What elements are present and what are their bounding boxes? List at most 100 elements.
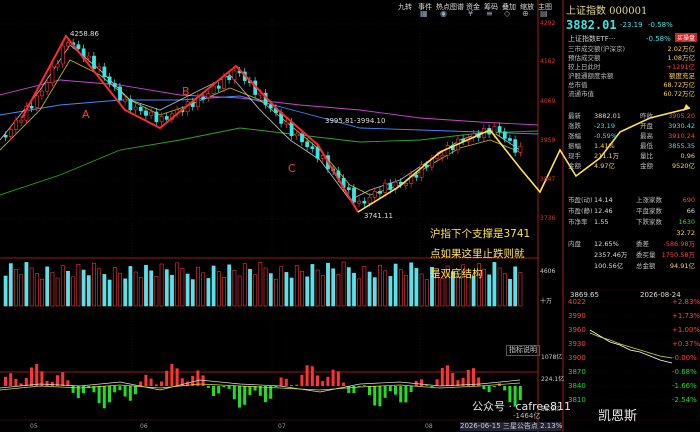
macd-bar bbox=[492, 386, 496, 387]
volume-bar bbox=[159, 263, 164, 307]
mini-axis-price: 3960 bbox=[568, 326, 586, 334]
volume-bar bbox=[50, 272, 55, 307]
macd-bar bbox=[482, 386, 486, 390]
y-tick: 3736 bbox=[540, 215, 556, 222]
macd-bar bbox=[258, 386, 262, 396]
macd-axis-label: 1078亿 bbox=[541, 354, 563, 361]
breadth-key: 委差 bbox=[636, 240, 649, 248]
macd-bar bbox=[466, 369, 470, 386]
macd-bar bbox=[264, 386, 267, 403]
quote-row: 涨跌 -23.19 开盘 3930.42 bbox=[566, 122, 698, 131]
volume-bar bbox=[128, 266, 133, 307]
macd-bar bbox=[227, 386, 231, 389]
volume-unit-label: 十万 bbox=[540, 298, 553, 305]
volume-bar bbox=[71, 276, 76, 307]
breadth-value: -586.98万 bbox=[663, 240, 695, 248]
quote-value: 0.96 bbox=[680, 152, 695, 160]
candle bbox=[133, 103, 138, 114]
volume-bar bbox=[294, 265, 299, 307]
etf-label[interactable]: 上证指数ETF··· bbox=[568, 35, 615, 44]
candle bbox=[227, 72, 232, 84]
volume-bar bbox=[211, 265, 216, 307]
volume-bar bbox=[123, 278, 128, 307]
volume-bar bbox=[388, 276, 393, 307]
quote-value: 211.1万 bbox=[594, 152, 620, 160]
volume-bar bbox=[492, 262, 497, 307]
macd-bar bbox=[394, 386, 397, 395]
volume-bar bbox=[331, 268, 336, 307]
stat-row: 沪股通额度余额 额度充足 bbox=[566, 72, 698, 81]
macd-bar bbox=[61, 372, 65, 386]
candle bbox=[372, 187, 377, 202]
volume-bar bbox=[289, 277, 294, 307]
volume-bar bbox=[34, 273, 39, 307]
mini-axis-price: 4022 bbox=[568, 298, 586, 306]
volume-bar bbox=[81, 269, 86, 307]
mini-axis-pct: +1.00% bbox=[672, 326, 700, 334]
breadth-value: 32.72 bbox=[676, 229, 695, 237]
macd-bar bbox=[295, 384, 299, 386]
volume-bar bbox=[409, 262, 414, 307]
macd-bar bbox=[113, 386, 117, 393]
indicator-help-button[interactable]: 指标说明 bbox=[506, 345, 540, 356]
macd-bar bbox=[196, 370, 200, 386]
stat-key: 总市值 bbox=[568, 81, 588, 89]
mini-axis-price: 3930 bbox=[568, 340, 586, 348]
macd-bar bbox=[425, 385, 429, 386]
stat-row: 总市值 68.72万亿 bbox=[566, 81, 698, 90]
macd-bar bbox=[404, 386, 408, 403]
macd-bar bbox=[383, 386, 387, 398]
volume-bar bbox=[383, 270, 388, 307]
macd-bar bbox=[487, 386, 491, 393]
wave-label-a: A bbox=[82, 108, 90, 121]
breadth-value: 2357.46万 bbox=[594, 251, 628, 259]
wave-label-c: C bbox=[288, 162, 296, 175]
macd-bar bbox=[440, 367, 444, 386]
volume-bar bbox=[372, 277, 377, 307]
candle bbox=[393, 178, 398, 194]
volume-bar bbox=[393, 263, 398, 307]
volume-bar bbox=[222, 276, 226, 307]
quote-key: 涨跌 bbox=[568, 122, 581, 130]
breadth-row: 100.56亿 总金额 94.91亿 bbox=[566, 262, 698, 271]
quote-row: 最新 3882.01 昨收 3905.20 bbox=[566, 112, 698, 121]
breadth-key: 委买量 bbox=[636, 251, 656, 259]
current-price: 3882.01 bbox=[566, 18, 617, 32]
y-tick: 3959 bbox=[540, 137, 556, 144]
volume-bar bbox=[268, 273, 273, 307]
breadth-row: 市盈(动) 14.14 上涨家数 690 bbox=[566, 196, 698, 205]
volume-bar bbox=[513, 266, 518, 307]
macd-bar bbox=[118, 386, 122, 391]
macd-bar bbox=[56, 375, 59, 386]
macd-bar bbox=[336, 371, 340, 386]
macd-bar bbox=[50, 381, 54, 386]
macd-bar bbox=[342, 382, 345, 386]
price-change: -23.19 bbox=[620, 21, 643, 29]
stat-key: 三市成交额(沪深京) bbox=[568, 45, 626, 53]
macd-axis-label: 224.1亿 bbox=[541, 376, 565, 383]
quote-value: 3855.35 bbox=[668, 142, 695, 150]
breadth-value: 100.56亿 bbox=[594, 262, 624, 270]
y-tick: 4162 bbox=[540, 58, 556, 65]
volume-bar bbox=[487, 274, 492, 307]
macd-bar bbox=[134, 386, 137, 395]
volume-bar bbox=[227, 264, 232, 307]
mini-axis-pct: -1.66% bbox=[672, 382, 697, 390]
trade-badge[interactable]: 买操盘 bbox=[675, 33, 698, 42]
macd-bar bbox=[24, 378, 28, 386]
macd-bar bbox=[149, 378, 153, 386]
bottom-status: 2026-06-15 三星公告点 2.13% bbox=[460, 422, 563, 431]
volume-bar bbox=[300, 270, 304, 307]
moving-averages bbox=[0, 44, 539, 201]
breadth-value: 1.55 bbox=[594, 218, 609, 226]
volume-bar bbox=[196, 266, 200, 307]
volume-bar bbox=[154, 276, 159, 307]
wave-line-red bbox=[21, 34, 359, 213]
volume-bar bbox=[341, 261, 346, 307]
x-tick: 07 bbox=[278, 423, 286, 430]
macd-bar bbox=[362, 385, 366, 386]
candle bbox=[461, 135, 466, 146]
macd-bar bbox=[300, 374, 304, 386]
annotation-line-2: 点如果这里止跌则就 bbox=[430, 248, 525, 260]
macd-bar bbox=[123, 386, 127, 397]
